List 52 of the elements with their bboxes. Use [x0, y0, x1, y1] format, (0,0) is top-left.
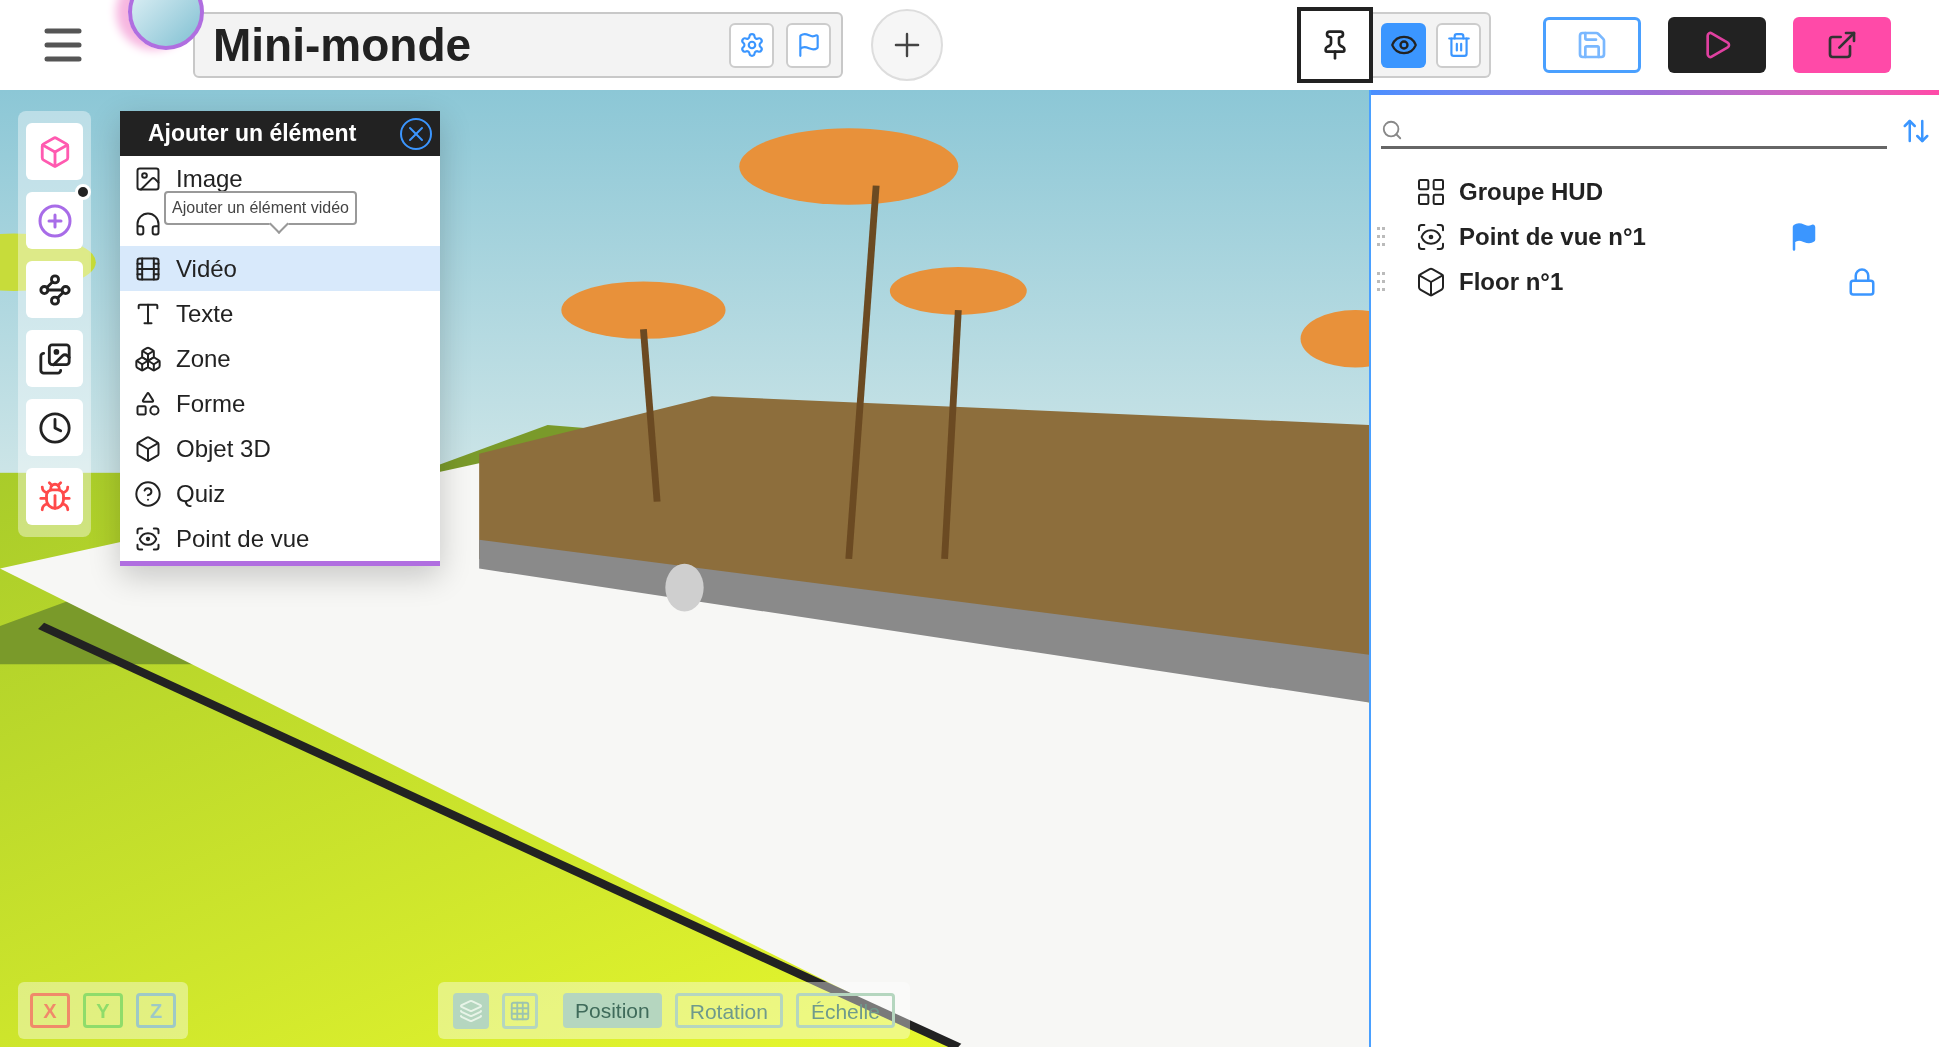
share-button[interactable] [1793, 17, 1891, 73]
images-icon [37, 341, 72, 376]
project-title: Mini-monde [213, 17, 473, 73]
grid-icon [509, 999, 531, 1022]
media-tool[interactable] [26, 330, 83, 387]
transform-mode-tab[interactable]: Position [563, 993, 662, 1028]
nodes-icon [37, 272, 72, 307]
save-icon [1576, 29, 1608, 61]
settings-icon [738, 32, 765, 58]
item-label: Floor n°1 [1459, 266, 1565, 297]
layers-icon [459, 998, 483, 1023]
menu-item[interactable]: Quiz [120, 471, 440, 516]
external-link-icon [1826, 29, 1858, 61]
search-icon [1381, 118, 1403, 141]
menu-item[interactable]: Objet 3D [120, 426, 440, 471]
add-tool[interactable] [26, 192, 83, 249]
object3d-icon [1415, 265, 1447, 298]
play-button[interactable] [1668, 17, 1766, 73]
save-button[interactable] [1543, 17, 1641, 73]
nodes-tool[interactable] [26, 261, 83, 318]
bug-icon [37, 479, 72, 514]
shape-icon [134, 389, 162, 418]
outline-item[interactable]: Point de vue n°1 [1371, 214, 1939, 259]
menu-item[interactable]: Texte [120, 291, 440, 336]
timer-tool[interactable] [26, 399, 83, 456]
pin-button[interactable] [1297, 7, 1373, 83]
clock-icon [37, 410, 72, 445]
close-button[interactable] [400, 117, 432, 150]
tooltip: Ajouter un élément vidéo [164, 191, 357, 225]
menu-title: Ajouter un élément [148, 119, 357, 149]
drag-handle-icon[interactable] [1377, 270, 1385, 293]
trash-icon [1445, 32, 1472, 58]
quiz-icon [134, 479, 162, 508]
preview-toggle[interactable] [1381, 22, 1426, 68]
objects-tool[interactable] [26, 123, 83, 180]
object3d-icon [134, 434, 162, 463]
menu-item[interactable]: Vidéo [120, 246, 440, 291]
lock-icon[interactable] [1847, 266, 1877, 297]
outline-item[interactable]: Groupe HUD [1371, 169, 1939, 214]
item-label: Point de vue n°1 [1459, 221, 1647, 252]
menu-item[interactable]: Zone [120, 336, 440, 381]
item-label: Groupe HUD [1459, 176, 1604, 207]
add-circle-icon [36, 202, 73, 239]
menu-item[interactable]: Forme [120, 381, 440, 426]
debug-tool[interactable] [26, 468, 83, 525]
flag-button[interactable] [786, 22, 831, 68]
menu-item[interactable]: Point de vue [120, 516, 440, 561]
zone-icon [134, 344, 162, 373]
settings-button[interactable] [729, 22, 774, 68]
drag-handle-icon[interactable] [1377, 225, 1385, 248]
delete-button[interactable] [1436, 22, 1481, 68]
outline-item[interactable]: Floor n°1 [1371, 259, 1939, 304]
